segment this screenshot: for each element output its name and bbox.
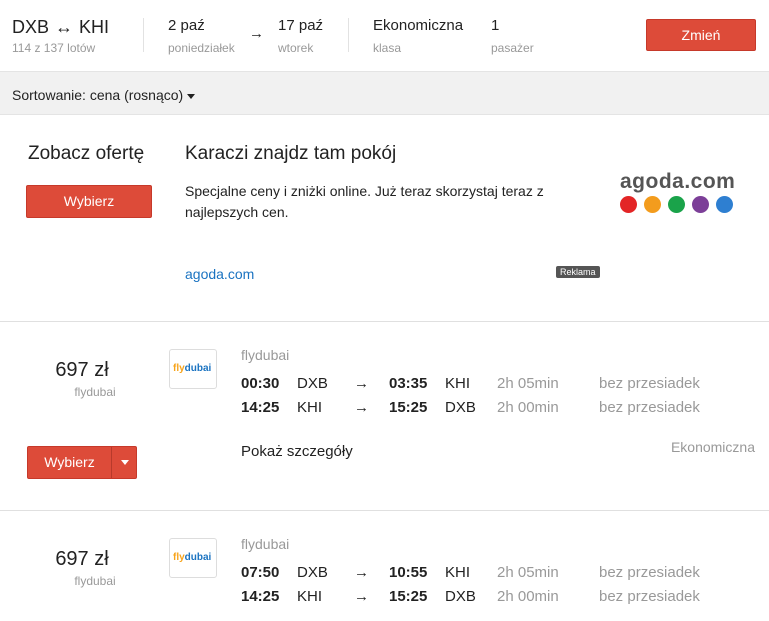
logo-fly-text: fly: [173, 552, 185, 563]
airline-logo: flydubai: [169, 538, 217, 578]
return-day: wtorek: [278, 41, 314, 55]
duration: 2h 05min: [497, 375, 559, 392]
sort-label: Sortowanie: cena (rosnąco): [12, 87, 184, 103]
flight-price: 697 zł: [55, 359, 109, 381]
passenger-count: 1: [491, 17, 500, 34]
depart-date: 2 paź: [168, 17, 205, 34]
divider: [348, 18, 349, 52]
agoda-dot: [668, 196, 685, 213]
stops: bez przesiadek: [599, 375, 700, 392]
hotel-ad: Zobacz ofertę Wybierz Karaczi znajdz tam…: [0, 115, 769, 322]
departure-airport: KHI: [297, 399, 323, 416]
leg-arrow-icon: →: [354, 588, 369, 605]
arrival-airport: DXB: [445, 399, 476, 416]
change-search-button[interactable]: Zmień: [646, 19, 756, 51]
departure-airport: DXB: [297, 375, 328, 392]
price-airline: flydubai: [74, 574, 116, 588]
arrival-time: 10:55: [389, 564, 428, 581]
departure-time: 07:50: [241, 564, 280, 581]
roundtrip-arrow-icon: ↔: [55, 17, 74, 37]
agoda-dot: [716, 196, 733, 213]
airline-logo: flydubai: [169, 349, 217, 389]
stops: bez przesiadek: [599, 564, 700, 581]
agoda-dot: [692, 196, 709, 213]
depart-day: poniedziałek: [168, 41, 235, 55]
arrival-time: 03:35: [389, 375, 428, 392]
duration: 2h 00min: [497, 399, 559, 416]
departure-time: 14:25: [241, 588, 280, 605]
leg-arrow-icon: →: [354, 564, 369, 581]
price-airline: flydubai: [74, 385, 116, 399]
agoda-dots: [620, 196, 740, 218]
cabin-class: Ekonomiczna: [670, 439, 755, 455]
stops: bez przesiadek: [599, 399, 700, 416]
logo-fly-text: fly: [173, 363, 185, 374]
airline-name: flydubai: [241, 347, 290, 363]
return-date: 17 paź: [278, 17, 324, 34]
agoda-dot: [644, 196, 661, 213]
departure-time: 14:25: [241, 399, 280, 416]
sort-bar: Sortowanie: cena (rosnąco): [0, 72, 769, 115]
departure-time: 00:30: [241, 375, 280, 392]
ad-description: Specjalne ceny i zniżki online. Już tera…: [185, 183, 544, 220]
flight-result[interactable]: 697 zł flydubai flydubai flydubai 07:50 …: [0, 511, 769, 621]
ad-link[interactable]: agoda.com: [185, 266, 254, 282]
flight-count: 114 z 137 lotów: [12, 41, 96, 55]
ad-select-button[interactable]: Wybierz: [26, 185, 152, 218]
passenger-label: pasażer: [491, 41, 534, 55]
ad-offer-title: Zobacz ofertę: [28, 143, 145, 164]
caret-down-icon: [187, 93, 196, 99]
cabin-class-label: klasa: [373, 41, 402, 55]
leg-arrow-icon: →: [354, 399, 369, 416]
destination-code: KHI: [79, 17, 110, 37]
divider: [143, 18, 144, 52]
ad-badge: Reklama: [556, 266, 600, 278]
arrival-time: 15:25: [389, 399, 428, 416]
cabin-class: Ekonomiczna: [373, 17, 464, 34]
arrival-airport: KHI: [445, 564, 471, 581]
arrival-airport: DXB: [445, 588, 476, 605]
arrival-time: 15:25: [389, 588, 428, 605]
sort-dropdown[interactable]: Sortowanie: cena (rosnąco): [12, 87, 196, 103]
duration: 2h 05min: [497, 564, 559, 581]
caret-down-icon: [121, 460, 129, 465]
logo-dubai-text: dubai: [184, 363, 212, 374]
select-options-dropdown[interactable]: [113, 447, 137, 478]
departure-airport: KHI: [297, 588, 323, 605]
leg-arrow-icon: →: [354, 375, 369, 392]
select-flight-button[interactable]: Wybierz: [27, 446, 137, 479]
flight-price: 697 zł: [55, 548, 109, 570]
airline-name: flydubai: [241, 536, 290, 552]
stops: bez przesiadek: [599, 588, 700, 605]
arrival-airport: KHI: [445, 375, 471, 392]
origin-code: DXB: [12, 17, 50, 37]
departure-airport: DXB: [297, 564, 328, 581]
show-details-link[interactable]: Pokaż szczegóły: [241, 443, 353, 460]
route: DXB ↔ KHI: [12, 17, 109, 38]
date-arrow-icon: →: [249, 25, 264, 42]
flight-result[interactable]: 697 zł flydubai flydubai flydubai 00:30 …: [0, 322, 769, 511]
duration: 2h 00min: [497, 588, 559, 605]
logo-dubai-text: dubai: [184, 552, 212, 563]
agoda-logo[interactable]: agoda.com: [620, 170, 735, 194]
select-label[interactable]: Wybierz: [28, 447, 112, 478]
search-summary-header: DXB ↔ KHI 114 z 137 lotów 2 paź poniedział…: [0, 0, 769, 72]
agoda-dot: [620, 196, 637, 213]
ad-title[interactable]: Karaczi znajdz tam pokój: [185, 143, 396, 165]
